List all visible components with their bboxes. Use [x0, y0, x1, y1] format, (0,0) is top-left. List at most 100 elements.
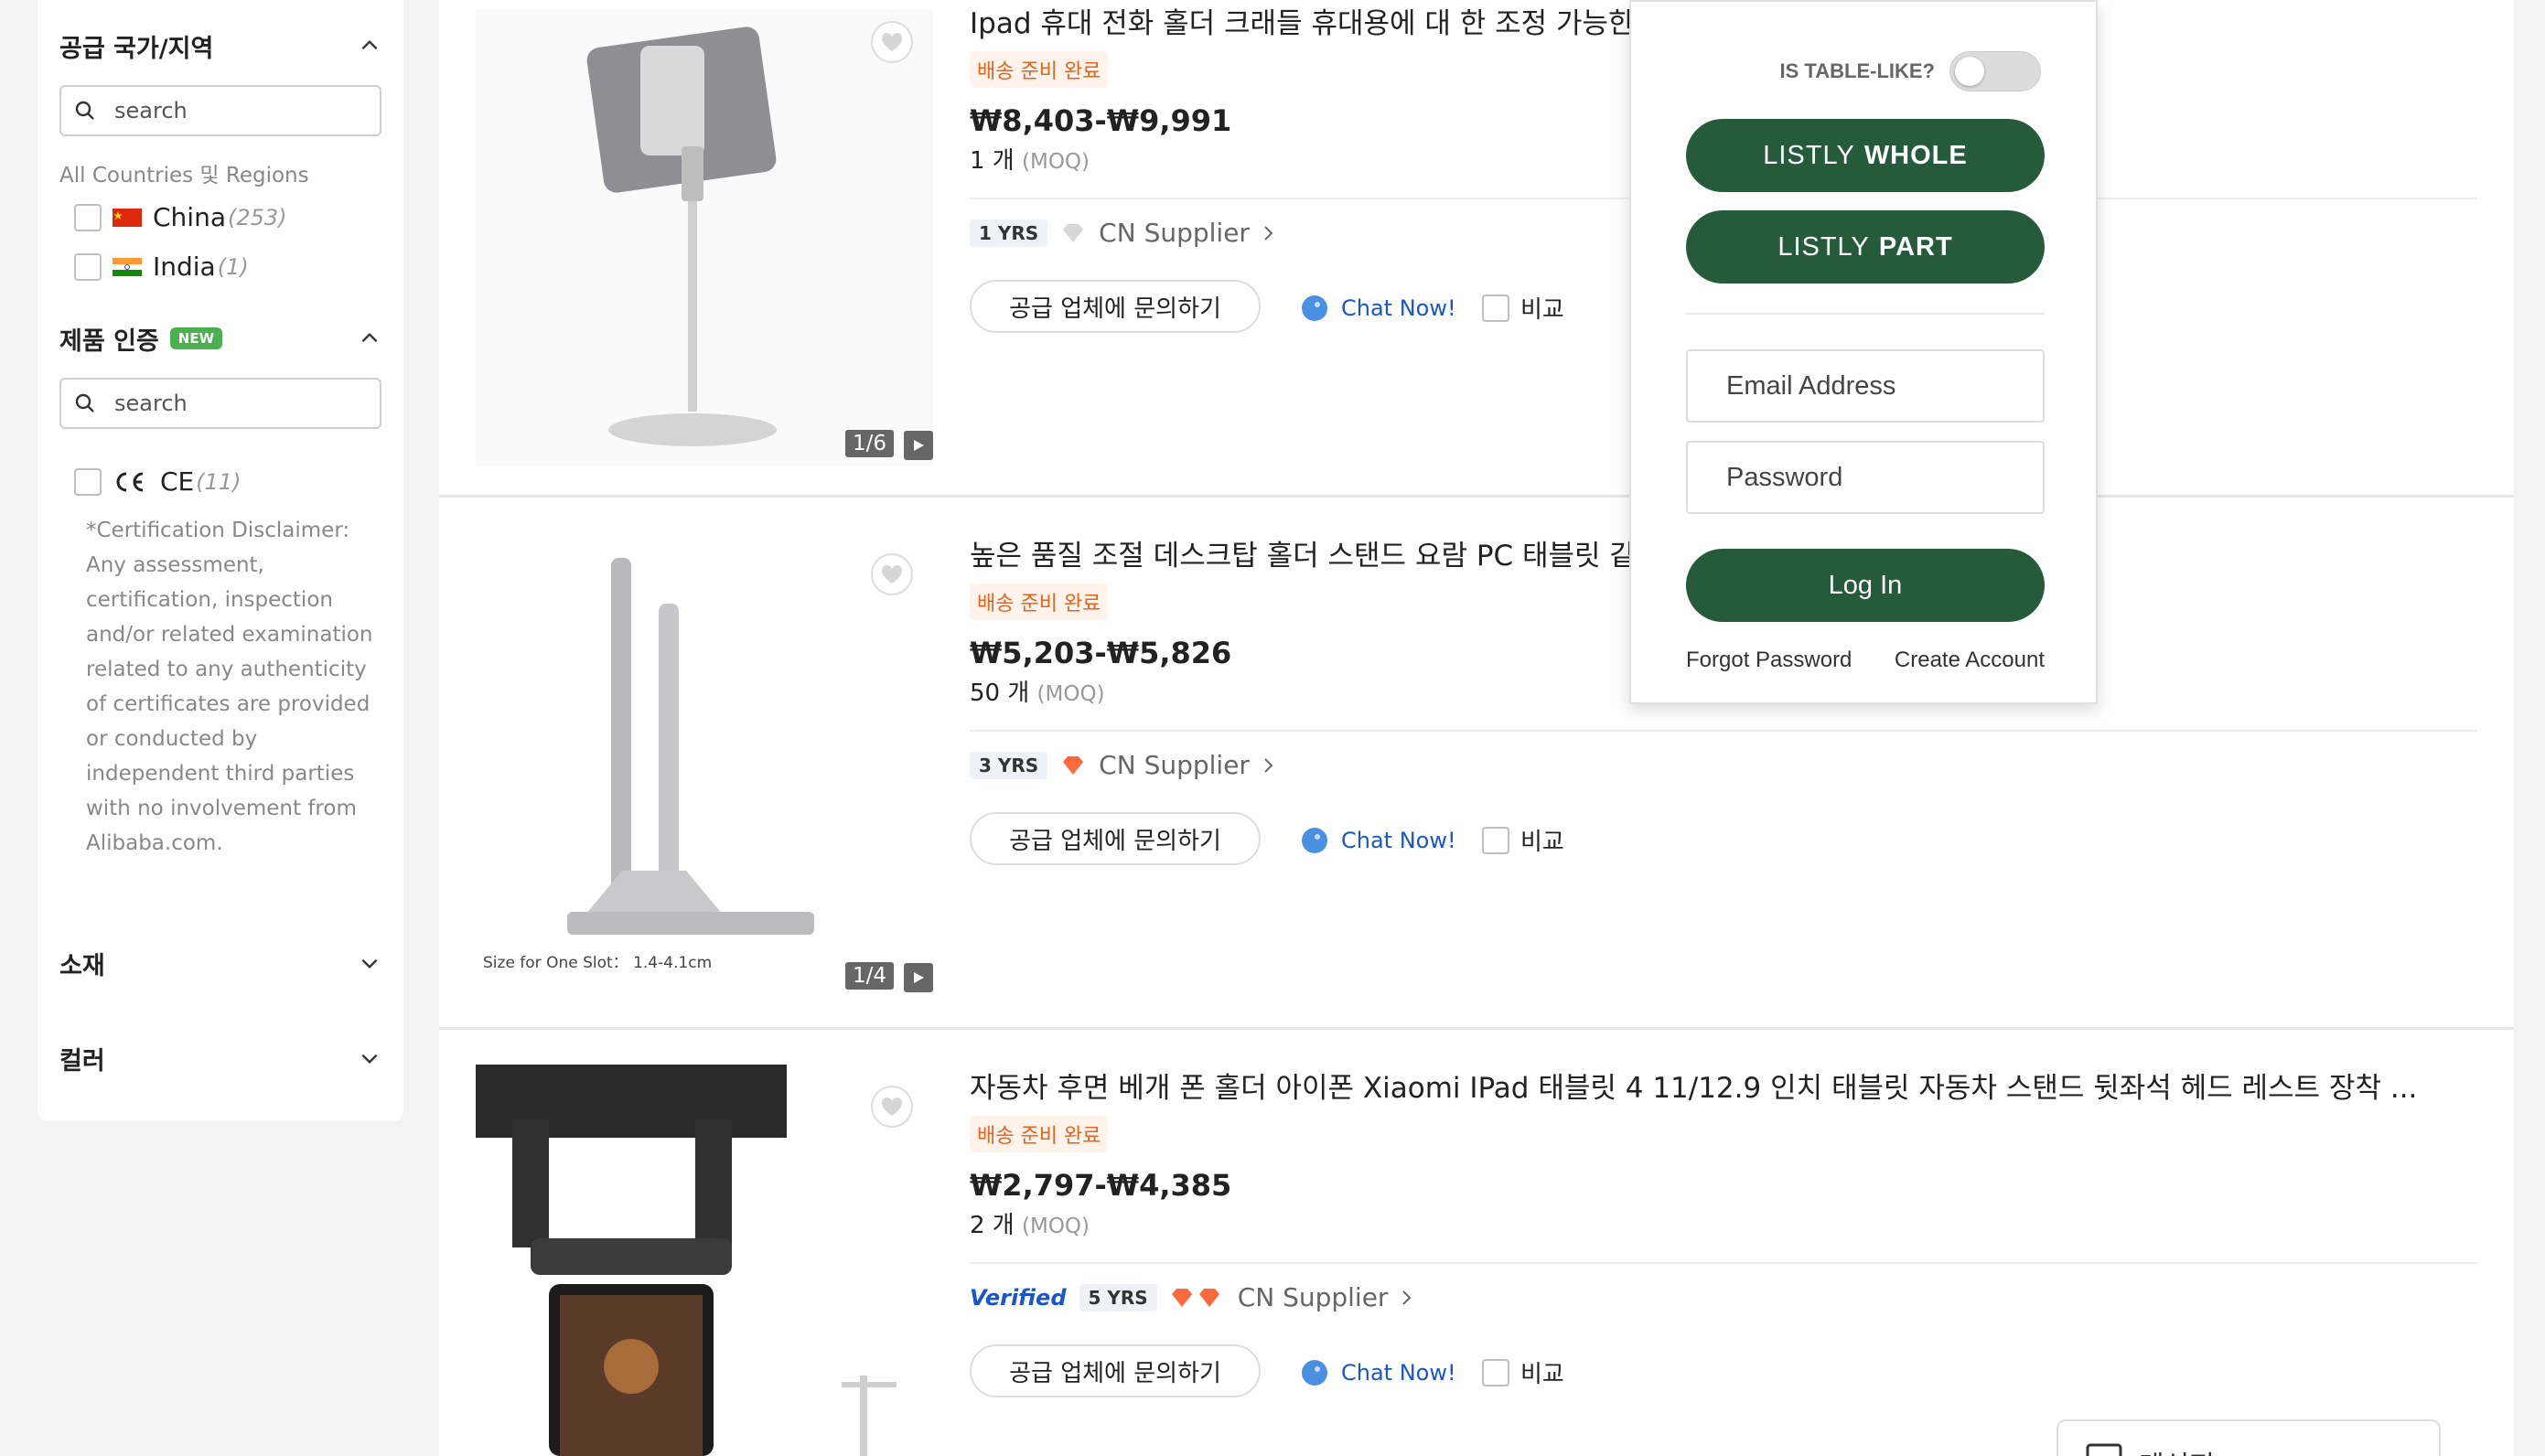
material-filter-title: 소재: [59, 951, 105, 980]
chevron-up-icon[interactable]: [358, 34, 381, 58]
table-like-label: IS TABLE-LIKE?: [1779, 59, 1935, 82]
certification-search-placeholder: search: [114, 391, 188, 416]
chat-now-link[interactable]: Chat Now!: [1299, 1357, 1456, 1388]
supplier-info[interactable]: 3 YRS CN Supplier: [970, 750, 1275, 780]
panel-divider: [1686, 313, 2045, 315]
favorite-button[interactable]: [871, 553, 913, 595]
diamond-icon: [1063, 223, 1084, 242]
chat-now-link[interactable]: Chat Now!: [1299, 293, 1456, 324]
table-like-row: IS TABLE-LIKE?: [1780, 51, 2041, 91]
play-icon: [914, 972, 924, 983]
color-filter-header[interactable]: 컬러: [59, 1031, 381, 1086]
play-video-button[interactable]: [904, 431, 933, 460]
filter-sidebar: 공급 국가/지역 search All Countries 및 Regions …: [38, 0, 403, 1121]
product-card: Size for One Slot： 1.4-4.1cm 1/4 높은 품질 조…: [439, 532, 2514, 1063]
chat-bubble-icon: [1302, 828, 1327, 853]
material-filter-header[interactable]: 소재: [59, 936, 381, 990]
supplier-info[interactable]: Verified 5 YRS CN Supplier: [970, 1282, 1413, 1312]
favorite-button[interactable]: [871, 1086, 913, 1128]
moq-label: (MOQ): [1022, 1215, 1090, 1238]
verified-badge: Verified: [970, 1284, 1067, 1311]
messenger-label: 메신저: [2139, 1443, 2215, 1456]
favorite-button[interactable]: [871, 21, 913, 63]
card-divider: [439, 1027, 2514, 1030]
certification-search-input[interactable]: search: [59, 378, 381, 429]
login-button[interactable]: Log In: [1686, 549, 2045, 622]
certification-filter-header[interactable]: 제품 인증 NEW: [59, 311, 381, 366]
supplier-type: CN Supplier: [1099, 218, 1250, 248]
listly-whole-prefix: LISTLY: [1763, 140, 1855, 170]
product-card: 자동차 후면 베개 폰 홀더 아이폰 Xiaomi IPad 태블릿 4 11/…: [439, 1065, 2514, 1456]
contact-supplier-button[interactable]: 공급 업체에 문의하기: [970, 280, 1261, 333]
product-image[interactable]: Size for One Slot： 1.4-4.1cm: [476, 532, 933, 1008]
shipping-badge: 배송 준비 완료: [970, 583, 1109, 620]
region-option-india[interactable]: India (1): [74, 252, 249, 282]
certification-filter-title: 제품 인증 NEW: [59, 321, 223, 357]
new-badge: NEW: [169, 327, 223, 349]
product-image[interactable]: [476, 1065, 933, 1456]
moq-quantity: 1 개: [970, 147, 1015, 175]
region-filter-header[interactable]: 공급 국가/지역: [59, 18, 381, 73]
heart-icon: [881, 32, 903, 51]
listly-part-button[interactable]: LISTLY PART: [1686, 210, 2045, 284]
checkbox[interactable]: [74, 252, 102, 281]
color-filter-title: 컬러: [59, 1046, 105, 1076]
heart-icon: [881, 1097, 903, 1116]
region-search-input[interactable]: search: [59, 85, 381, 136]
listly-extension-panel: IS TABLE-LIKE? LISTLY WHOLE LISTLY PART …: [1629, 0, 2098, 704]
product-list: 1/6 Ipad 휴대 전화 홀더 크래들 휴대용에 대 한 조정 가능한 휴 …: [439, 0, 2514, 1456]
moq-quantity: 50 개: [970, 680, 1030, 707]
divider: [970, 1262, 2477, 1264]
china-flag-icon: [113, 208, 142, 227]
certification-option-ce[interactable]: CE (11): [74, 466, 242, 497]
product-moq: 1 개 (MOQ): [970, 142, 1090, 176]
checkbox[interactable]: [1482, 294, 1509, 322]
create-account-link[interactable]: Create Account: [1895, 648, 2045, 673]
product-title[interactable]: Ipad 휴대 전화 홀더 크래들 휴대용에 대 한 조정 가능한 휴: [970, 0, 1670, 41]
play-video-button[interactable]: [904, 963, 933, 992]
checkbox[interactable]: [74, 203, 102, 231]
region-option-label: China: [153, 202, 226, 232]
password-field[interactable]: Password: [1686, 441, 2045, 514]
chat-now-link[interactable]: Chat Now!: [1299, 825, 1456, 856]
table-like-toggle[interactable]: [1949, 51, 2041, 91]
listly-whole-button[interactable]: LISTLY WHOLE: [1686, 119, 2045, 192]
product-title[interactable]: 높은 품질 조절 데스크탑 홀더 스탠드 요람 PC 태블릿 같은: [970, 532, 1661, 573]
checkbox[interactable]: [1482, 1358, 1509, 1386]
product-price: ₩8,403-₩9,991: [970, 103, 1232, 138]
product-title[interactable]: 자동차 후면 베개 폰 홀더 아이폰 Xiaomi IPad 태블릿 4 11/…: [970, 1065, 2417, 1106]
forgot-password-link[interactable]: Forgot Password: [1686, 648, 1852, 673]
supplier-years: 3 YRS: [970, 751, 1048, 779]
chevron-up-icon[interactable]: [358, 327, 381, 350]
region-option-count: (1): [217, 253, 249, 280]
search-icon: [75, 101, 94, 120]
supplier-info[interactable]: 1 YRS CN Supplier: [970, 218, 1275, 248]
checkbox[interactable]: [1482, 826, 1509, 854]
contact-supplier-button[interactable]: 공급 업체에 문의하기: [970, 812, 1261, 865]
certification-option-label: CE: [160, 466, 195, 497]
chat-now-label: Chat Now!: [1341, 828, 1456, 853]
certification-disclaimer: *Certification Disclaimer: Any assessmen…: [86, 519, 373, 855]
chat-bubble-icon: [1302, 295, 1327, 321]
supplier-years: 1 YRS: [970, 219, 1048, 247]
compare-checkbox[interactable]: 비교: [1482, 291, 1564, 325]
all-regions-label: All Countries 및 Regions: [59, 164, 309, 187]
card-divider: [439, 495, 2514, 498]
compare-checkbox[interactable]: 비교: [1482, 823, 1564, 857]
chevron-down-icon[interactable]: [358, 951, 381, 975]
product-moq: 50 개 (MOQ): [970, 674, 1105, 708]
region-option-count: (253): [227, 204, 287, 230]
product-image[interactable]: [476, 0, 933, 476]
region-filter-title: 공급 국가/지역: [59, 34, 214, 63]
checkbox[interactable]: [74, 467, 102, 496]
email-field[interactable]: Email Address: [1686, 349, 2045, 423]
messenger-button[interactable]: 메신저: [2056, 1419, 2441, 1456]
compare-checkbox[interactable]: 비교: [1482, 1355, 1564, 1389]
product-price: ₩5,203-₩5,826: [970, 636, 1232, 670]
certification-title-text: 제품 인증: [59, 327, 159, 356]
region-search-placeholder: search: [114, 98, 188, 123]
contact-supplier-button[interactable]: 공급 업체에 문의하기: [970, 1344, 1261, 1397]
shipping-badge: 배송 준비 완료: [970, 1116, 1109, 1152]
region-option-china[interactable]: China (253): [74, 202, 287, 232]
chevron-down-icon[interactable]: [358, 1046, 381, 1070]
